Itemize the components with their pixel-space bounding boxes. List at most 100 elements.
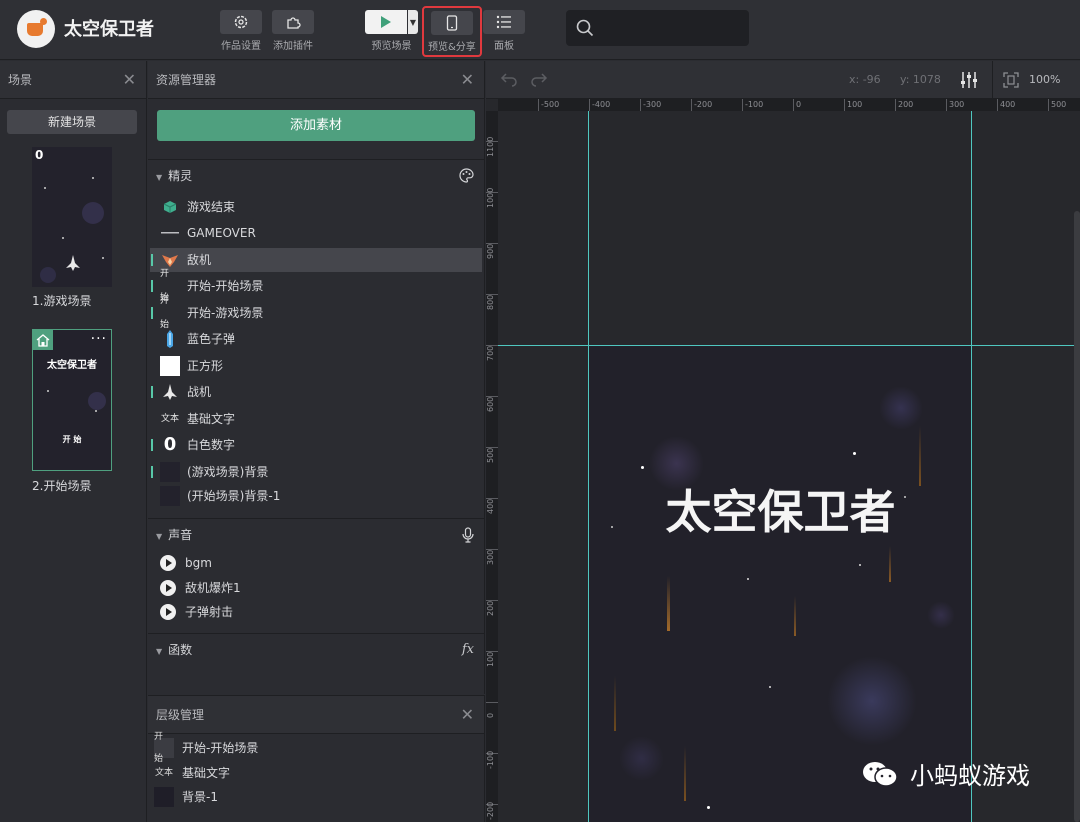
scene-thumb-button: 开 始 bbox=[62, 435, 82, 444]
asset-item[interactable]: 正方形 bbox=[150, 354, 482, 378]
search-icon bbox=[576, 19, 594, 37]
ruler-tick: 100 bbox=[486, 651, 495, 667]
ruler-tick: 600 bbox=[486, 396, 495, 412]
sliders-icon[interactable] bbox=[960, 71, 978, 92]
asset-item-label: 游戏结束 bbox=[187, 200, 236, 214]
undo-icon[interactable] bbox=[500, 71, 518, 90]
asset-item[interactable]: 敌机 bbox=[150, 248, 482, 272]
asset-item[interactable]: (游戏场景)背景 bbox=[150, 460, 482, 484]
add-plugin-button[interactable]: 添加插件 bbox=[272, 10, 314, 52]
collapse-triangle-icon: ▼ bbox=[156, 532, 163, 541]
chevron-down-icon[interactable]: ▼ bbox=[408, 10, 418, 34]
close-icon[interactable]: ✕ bbox=[461, 696, 474, 734]
home-icon bbox=[33, 330, 53, 350]
redo-icon[interactable] bbox=[530, 71, 548, 90]
ruler-tick: 300 bbox=[486, 549, 495, 565]
more-icon[interactable]: ··· bbox=[91, 331, 107, 347]
new-scene-button[interactable]: 新建场景 bbox=[7, 110, 137, 134]
asset-panel-header: 资源管理器 ✕ bbox=[148, 61, 484, 99]
asset-item-label: 基础文字 bbox=[187, 412, 236, 426]
sound-item[interactable]: 子弹射击 bbox=[150, 600, 482, 624]
ruler-tick: 200 bbox=[486, 600, 495, 616]
start-button-icon: 开 始 bbox=[160, 296, 170, 330]
ruler-tick: -200 bbox=[486, 801, 495, 820]
in-scene-marker bbox=[151, 439, 153, 451]
ruler-tick: 700 bbox=[486, 345, 495, 361]
zoom-level[interactable]: 100% bbox=[1029, 73, 1060, 86]
panel-button[interactable]: 面板 bbox=[483, 10, 525, 52]
sound-item[interactable]: bgm bbox=[150, 551, 482, 575]
cube-icon bbox=[160, 198, 180, 216]
asset-item[interactable]: 战机 bbox=[150, 380, 482, 404]
asset-item-label: 敌机 bbox=[187, 253, 212, 267]
wechat-icon bbox=[863, 761, 898, 787]
ruler-tick: -400 bbox=[589, 99, 610, 111]
asset-item-label: 蓝色子弹 bbox=[187, 332, 236, 346]
layer-panel: 层级管理 ✕ 开 始 开始-开始场景 文本 基础文字 背景-1 bbox=[148, 695, 485, 822]
text-icon: 文本 bbox=[160, 414, 179, 424]
game-title-text[interactable]: 太空保卫者 bbox=[589, 476, 972, 542]
fighter-icon bbox=[66, 255, 80, 271]
play-circle-icon[interactable] bbox=[158, 603, 178, 621]
asset-panel: 资源管理器 ✕ 添加素材 ▼ 精灵 游戏结束 GAMEOVER 敌机 开 始 开始… bbox=[148, 61, 485, 694]
guide-line-horizontal[interactable] bbox=[498, 345, 1080, 346]
asset-item[interactable]: 游戏结束 bbox=[150, 195, 482, 219]
asset-item[interactable]: (开始场景)背景-1 bbox=[150, 484, 482, 508]
canvas-area[interactable]: x: -96 y: 1078 100% -500 -400 -300 -200 … bbox=[486, 61, 1080, 822]
game-stage[interactable]: 太空保卫者 bbox=[589, 346, 972, 822]
gear-icon bbox=[220, 10, 262, 34]
preview-scene-button[interactable]: ▼ 预览场景 bbox=[365, 10, 418, 52]
asset-item-label: 开始-游戏场景 bbox=[187, 306, 264, 320]
scene-label[interactable]: 2.开始场景 bbox=[32, 477, 91, 494]
watermark-text: 小蚂蚁游戏 bbox=[910, 762, 1030, 790]
add-asset-button[interactable]: 添加素材 bbox=[157, 110, 475, 141]
vertical-scrollbar[interactable] bbox=[1074, 211, 1080, 822]
play-icon bbox=[365, 10, 407, 34]
sound-item-label: bgm bbox=[185, 556, 212, 570]
sound-item[interactable]: 敌机爆炸1 bbox=[150, 576, 482, 600]
background-icon bbox=[160, 462, 180, 482]
asset-item[interactable]: 文本 基础文字 bbox=[150, 407, 482, 431]
fit-screen-icon[interactable] bbox=[1003, 72, 1019, 91]
palette-icon[interactable] bbox=[459, 160, 474, 196]
play-circle-icon[interactable] bbox=[158, 554, 178, 572]
ruler-tick: 1000 bbox=[486, 187, 495, 208]
settings-button[interactable]: 作品设置 bbox=[220, 10, 262, 52]
list-icon bbox=[483, 10, 525, 34]
app-logo bbox=[17, 10, 55, 48]
ruler-vertical: 1100 1000 900 800 700 600 500 400 300 20… bbox=[486, 111, 498, 822]
scene-label[interactable]: 1.游戏场景 bbox=[32, 292, 91, 309]
ruler-tick: -300 bbox=[640, 99, 661, 111]
coordinate-y: y: 1078 bbox=[900, 73, 941, 86]
asset-item[interactable]: 蓝色子弹 bbox=[150, 327, 482, 351]
in-scene-marker bbox=[151, 386, 153, 398]
asset-item[interactable]: GAMEOVER bbox=[150, 221, 482, 245]
background-icon bbox=[154, 787, 174, 807]
canvas-toolbar: x: -96 y: 1078 100% bbox=[486, 61, 1080, 99]
asset-item[interactable]: 开 始 开始-游戏场景 bbox=[150, 296, 482, 330]
ruler-tick: 900 bbox=[486, 243, 495, 259]
ruler-tick: 400 bbox=[997, 99, 1015, 111]
asset-item[interactable]: 开 始 开始-开始场景 bbox=[150, 269, 482, 303]
scene-thumbnail-start[interactable]: ··· 太空保卫者 开 始 bbox=[32, 329, 112, 471]
sound-item-label: 敌机爆炸1 bbox=[185, 581, 241, 595]
close-icon[interactable]: ✕ bbox=[461, 61, 474, 99]
panel-label: 面板 bbox=[494, 41, 514, 52]
functions-section-header[interactable]: ▼ 函数 fx bbox=[148, 633, 484, 665]
digit-icon: 0 bbox=[163, 434, 177, 455]
ruler-tick: -100 bbox=[742, 99, 763, 111]
sounds-section-header[interactable]: ▼ 声音 bbox=[148, 518, 484, 550]
play-circle-icon[interactable] bbox=[158, 579, 178, 597]
in-scene-marker bbox=[151, 307, 153, 319]
ruler-tick: 400 bbox=[486, 498, 495, 514]
preview-share-button[interactable]: 预览&分享 bbox=[422, 6, 482, 57]
guide-line-vertical[interactable] bbox=[588, 111, 589, 822]
search-input[interactable] bbox=[566, 10, 749, 46]
function-icon[interactable]: fx bbox=[462, 634, 474, 666]
close-icon[interactable]: ✕ bbox=[123, 61, 136, 99]
scene-thumbnail-game[interactable]: 0 bbox=[32, 147, 112, 287]
guide-line-vertical[interactable] bbox=[971, 111, 972, 822]
coordinate-x: x: -96 bbox=[849, 73, 881, 86]
sprites-section-header[interactable]: ▼ 精灵 bbox=[148, 159, 484, 191]
asset-item[interactable]: 0 白色数字 bbox=[150, 433, 482, 457]
